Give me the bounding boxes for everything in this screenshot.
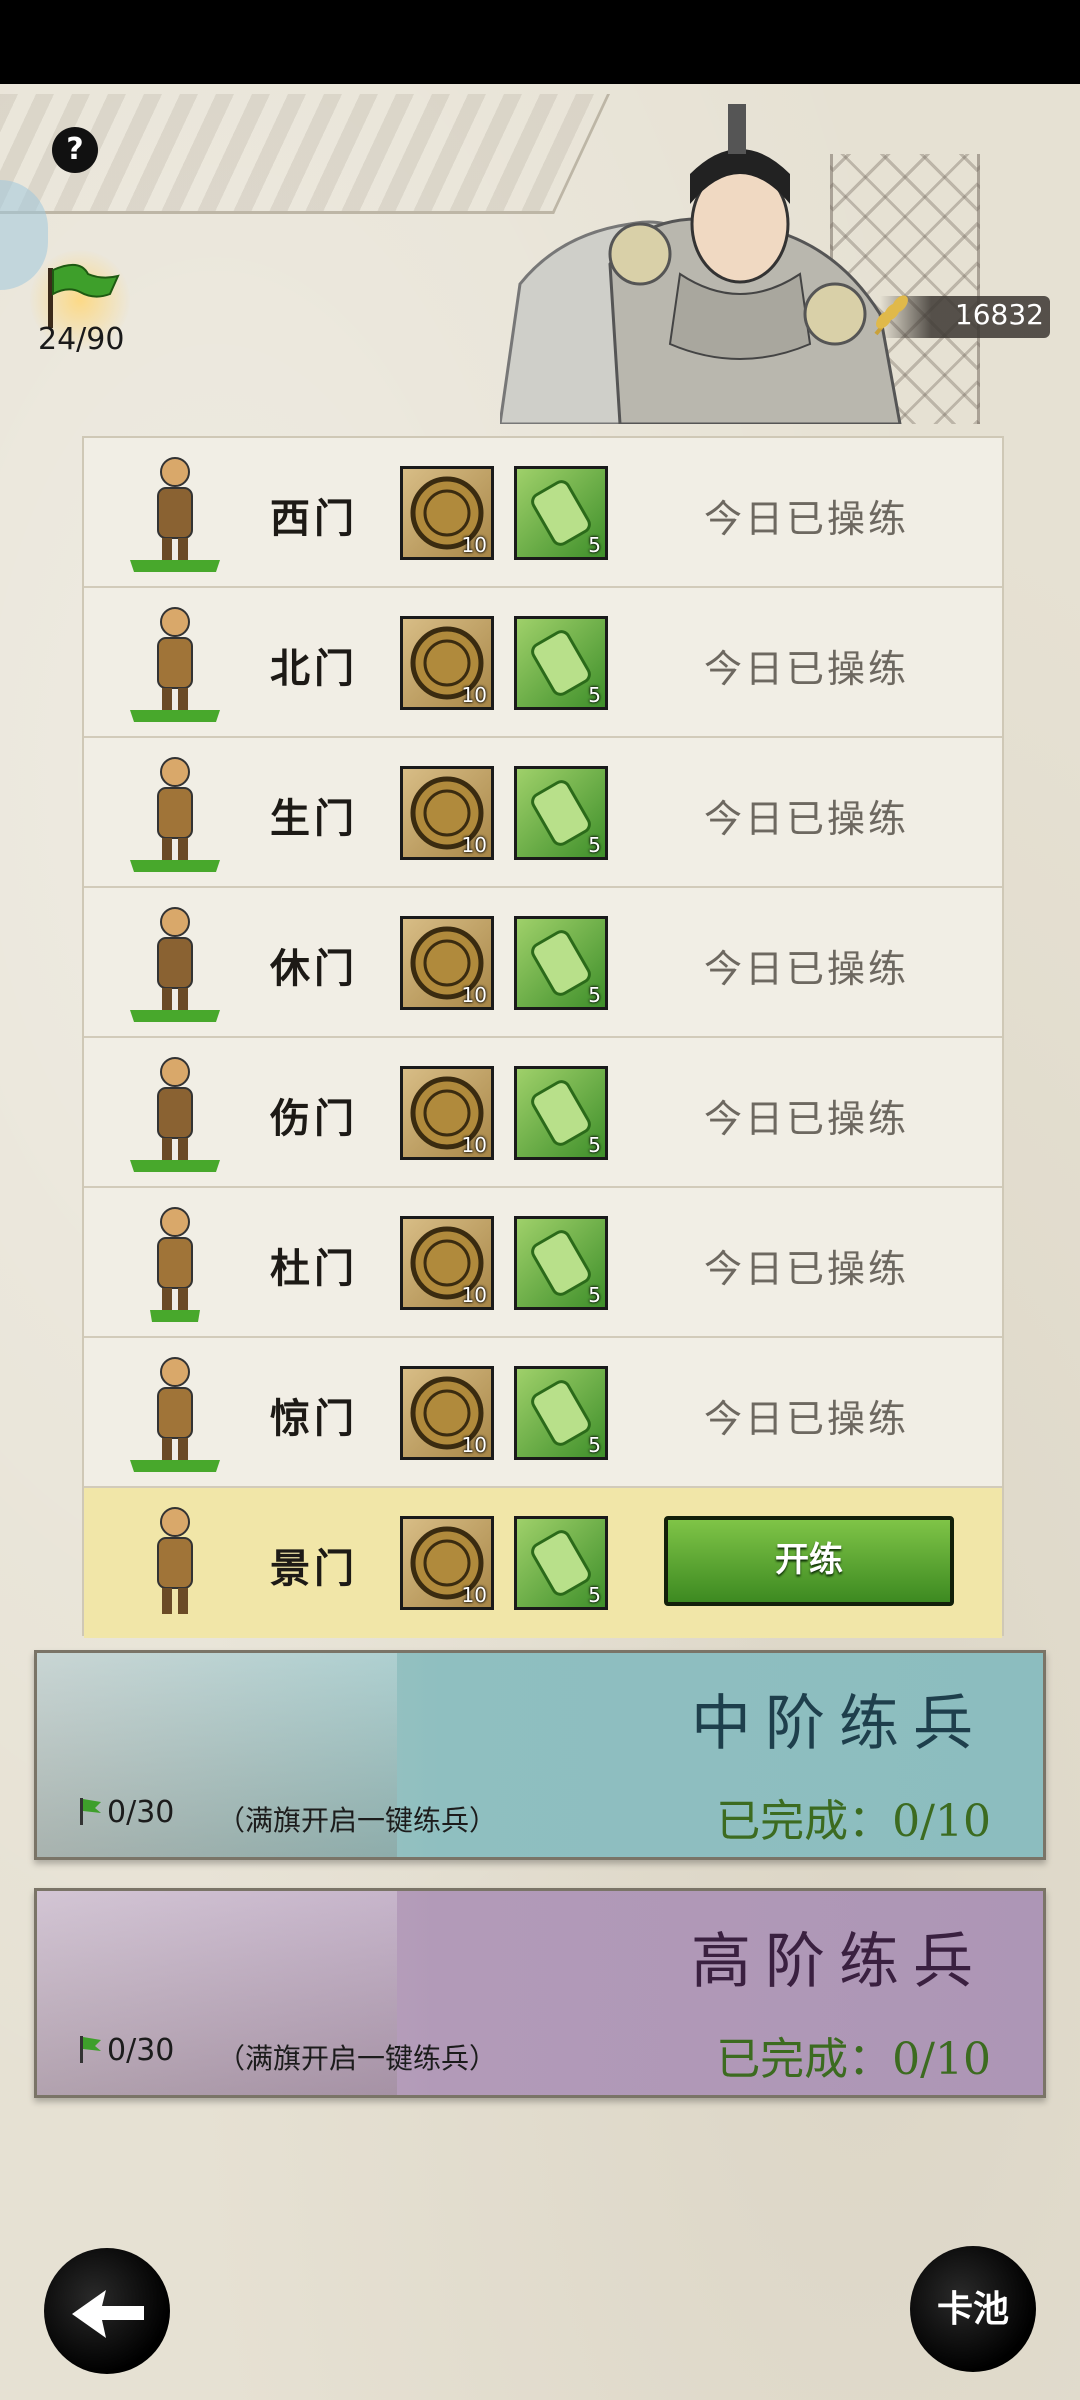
back-arrow-icon	[72, 2290, 144, 2338]
scroll-cost: 5	[514, 1066, 608, 1160]
coin-qty: 10	[461, 683, 487, 707]
grain-value: 16832	[954, 298, 1044, 331]
panel-title: 中阶练兵	[691, 1689, 987, 1759]
coin-cost: 10	[400, 616, 494, 710]
gate-name: 伤门	[270, 1095, 358, 1142]
gate-name: 西门	[270, 495, 358, 542]
scroll-qty: 5	[588, 1133, 601, 1157]
start-training-button[interactable]: 开练	[664, 1516, 954, 1606]
coin-cost: 10	[400, 1066, 494, 1160]
scroll-cost: 5	[514, 1516, 608, 1610]
scroll-cost: 5	[514, 1216, 608, 1310]
coin-qty: 10	[461, 1583, 487, 1607]
coin-cost: 10	[400, 1216, 494, 1310]
header-art	[0, 84, 1080, 424]
high-tier-training-panel[interactable]: 高阶练兵 0/30 （满旗开启一键练兵） 已完成：0/10	[34, 1888, 1046, 2098]
training-row: 西门 10 5 今日已操练	[84, 438, 1002, 588]
scroll-cost: 5	[514, 616, 608, 710]
scroll-cost: 5	[514, 1366, 608, 1460]
gate-name: 生门	[270, 795, 358, 842]
completion-count: 已完成：0/10	[716, 1796, 991, 1847]
soldier-icon	[150, 1207, 200, 1322]
training-row: 伤门 10 5 今日已操练	[84, 1038, 1002, 1188]
scroll-qty: 5	[588, 1433, 601, 1457]
training-list: 西门 10 5 今日已操练 北门 10 5 今日已操练 生门 10 5 今日已操…	[82, 436, 1004, 1638]
scroll-cost: 5	[514, 766, 608, 860]
soldier-icon	[157, 1507, 193, 1614]
coin-qty: 10	[461, 533, 487, 557]
soldier-icon	[130, 757, 220, 872]
training-row-active: 景门 10 5 开练	[84, 1488, 1002, 1638]
help-button[interactable]: ?	[52, 127, 98, 173]
soldier-icon	[130, 1357, 220, 1472]
panel-hint: （满旗开启一键练兵）	[217, 2042, 498, 2075]
gate-name: 杜门	[270, 1245, 358, 1292]
coin-cost: 10	[400, 466, 494, 560]
scroll-qty: 5	[588, 1583, 601, 1607]
general-portrait	[500, 104, 902, 424]
soldier-icon	[130, 607, 220, 722]
training-row: 生门 10 5 今日已操练	[84, 738, 1002, 888]
gate-name: 景门	[270, 1545, 358, 1592]
training-row: 北门 10 5 今日已操练	[84, 588, 1002, 738]
gate-name: 惊门	[270, 1395, 358, 1442]
flag-count: 24/90	[38, 322, 125, 357]
coin-cost: 10	[400, 1516, 494, 1610]
status-text: 今日已操练	[704, 1247, 910, 1291]
wheat-icon	[874, 295, 908, 336]
coin-qty: 10	[461, 1133, 487, 1157]
coin-cost: 10	[400, 916, 494, 1010]
coin-qty: 10	[461, 1433, 487, 1457]
flag-progress: 0/30	[77, 1795, 174, 1830]
scroll-cost: 5	[514, 916, 608, 1010]
coin-cost: 10	[400, 1366, 494, 1460]
training-row: 休门 10 5 今日已操练	[84, 888, 1002, 1038]
mid-tier-training-panel[interactable]: 中阶练兵 0/30 （满旗开启一键练兵） 已完成：0/10	[34, 1650, 1046, 1860]
flag-progress-value: 0/30	[107, 2033, 175, 2068]
status-text: 今日已操练	[704, 797, 910, 841]
green-flag-icon	[80, 2036, 101, 2063]
coin-qty: 10	[461, 833, 487, 857]
coin-cost: 10	[400, 766, 494, 860]
coin-qty: 10	[461, 983, 487, 1007]
status-text: 今日已操练	[704, 1097, 910, 1141]
status-text: 今日已操练	[704, 947, 910, 991]
flag-progress-value: 0/30	[107, 1795, 175, 1830]
flag-progress: 0/30	[77, 2033, 174, 2068]
soldier-icon	[130, 457, 220, 572]
scroll-qty: 5	[588, 983, 601, 1007]
panel-hint: （满旗开启一键练兵）	[217, 1804, 498, 1837]
soldier-icon	[130, 1057, 220, 1172]
soldier-icon	[130, 907, 220, 1022]
scroll-qty: 5	[588, 1283, 601, 1307]
scroll-cost: 5	[514, 466, 608, 560]
training-row: 杜门 10 5 今日已操练	[84, 1188, 1002, 1338]
scroll-qty: 5	[588, 533, 601, 557]
coin-qty: 10	[461, 1283, 487, 1307]
status-text: 今日已操练	[704, 647, 910, 691]
card-pool-button[interactable]: 卡池	[910, 2246, 1036, 2372]
scroll-qty: 5	[588, 683, 601, 707]
panel-title: 高阶练兵	[691, 1927, 987, 1997]
status-text: 今日已操练	[704, 497, 910, 541]
green-flag-icon	[80, 1798, 101, 1825]
gate-name: 休门	[270, 945, 358, 992]
status-bar	[0, 0, 1080, 84]
back-button[interactable]	[44, 2248, 170, 2374]
training-row: 惊门 10 5 今日已操练	[84, 1338, 1002, 1488]
gate-name: 北门	[270, 645, 358, 692]
completion-count: 已完成：0/10	[716, 2034, 991, 2085]
scroll-qty: 5	[588, 833, 601, 857]
status-text: 今日已操练	[704, 1397, 910, 1441]
